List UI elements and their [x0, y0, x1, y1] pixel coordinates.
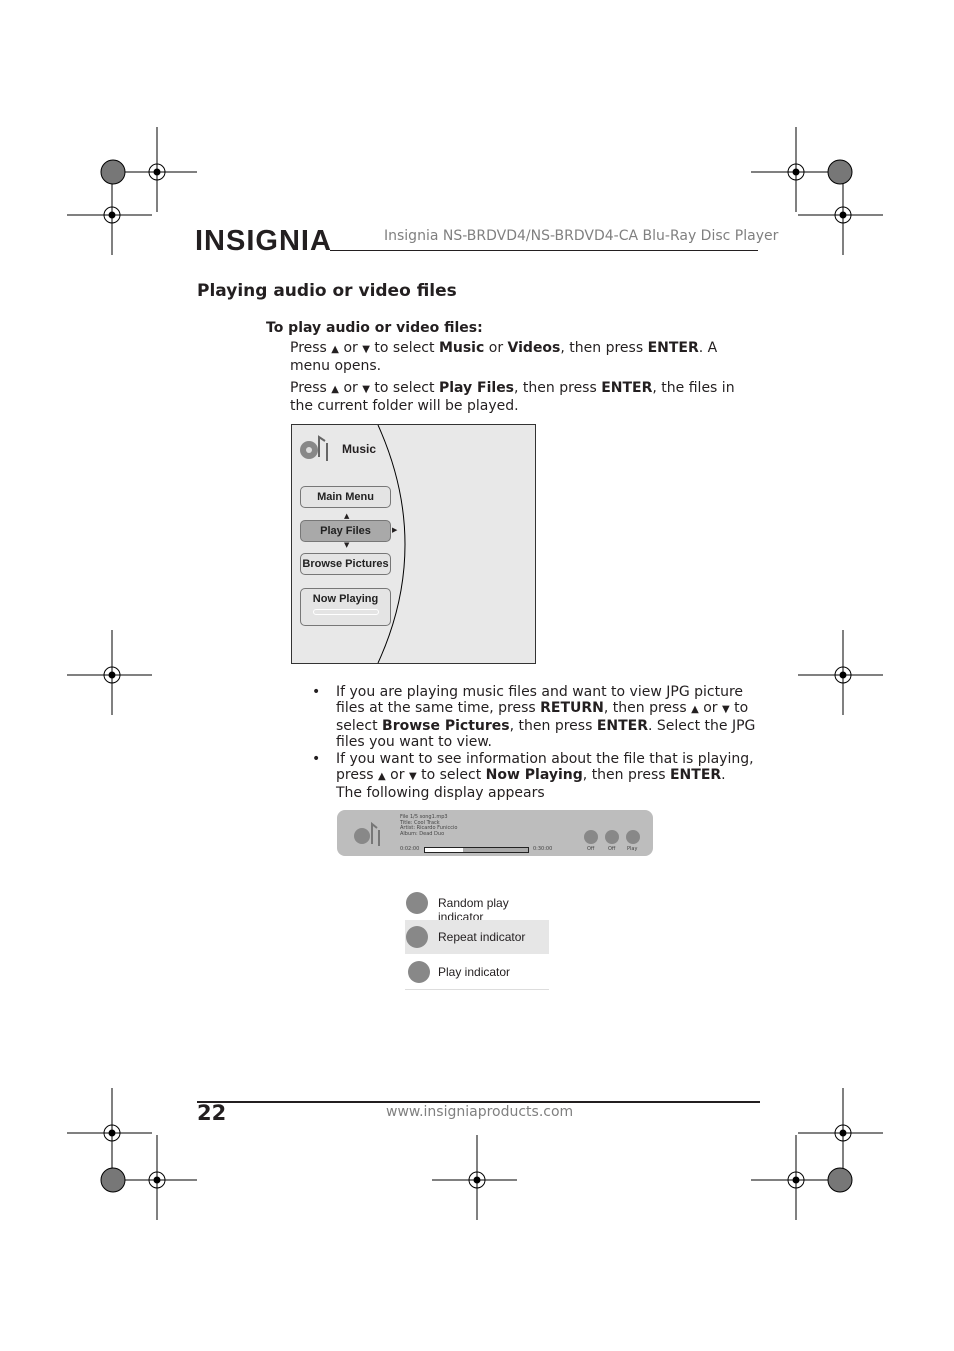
- text-run: , then press: [560, 340, 648, 356]
- text-run: , then press: [509, 718, 597, 734]
- down-arrow-icon: ▼: [344, 541, 350, 549]
- text-run: , then press: [514, 380, 602, 396]
- legend-repeat: Repeat indicator: [405, 920, 549, 954]
- random-icon: [406, 892, 428, 914]
- text-run: Music: [438, 340, 485, 356]
- menu-item-main-menu[interactable]: Main Menu: [300, 486, 391, 508]
- text-run: to select: [369, 380, 439, 396]
- progress-fill: [425, 848, 464, 852]
- up-arrow-icon: ▲: [344, 512, 350, 520]
- text-run: ENTER: [596, 718, 649, 734]
- manual-page: INSIGNIA Insignia NS-BRDVD4/NS-BRDVD4-CA…: [0, 0, 954, 1351]
- repeat-status: Off: [608, 846, 616, 852]
- text-run: ▲: [331, 344, 339, 355]
- elapsed-time: 0:02:00: [400, 846, 420, 852]
- now-playing-bar: [312, 609, 379, 615]
- text-run: Play Files: [438, 380, 515, 396]
- text-run: ▼: [408, 771, 417, 782]
- star-target-mark: [100, 1167, 126, 1193]
- section-title: Playing audio or video files: [197, 281, 457, 301]
- footer-url: www.insigniaproducts.com: [386, 1104, 574, 1120]
- play-status: Play: [627, 846, 638, 852]
- text-run: ▲: [378, 771, 386, 782]
- text-run: Press: [290, 340, 332, 356]
- text-run: or: [698, 700, 722, 716]
- now-playing-label: Now Playing: [312, 593, 379, 605]
- album-info: Album: Dead Duo: [400, 830, 445, 837]
- text-run: ▼: [362, 344, 370, 355]
- now-playing-display: File 1/5 song1.mp3 Title: Cool Track Art…: [337, 810, 653, 856]
- step-1: Press ▲ or ▼ to select Music or Videos, …: [290, 340, 750, 374]
- footer-rule: [197, 1101, 760, 1103]
- text-run: Press: [290, 380, 332, 396]
- repeat-icon: [605, 830, 619, 844]
- random-icon: [584, 830, 598, 844]
- text-run: ▼: [362, 384, 370, 395]
- legend-label: Play indicator: [438, 965, 511, 979]
- registration-marks: [67, 127, 883, 1220]
- bullet-2: If you want to see information about the…: [336, 751, 756, 801]
- menu-heading: Music: [342, 442, 377, 456]
- legend-play: Play indicator: [405, 955, 549, 990]
- text-run: , then press: [582, 767, 670, 783]
- text-run: ENTER: [601, 380, 653, 396]
- play-icon: [408, 961, 430, 983]
- menu-item-play-files[interactable]: Play Files: [300, 520, 391, 542]
- header-title: Insignia NS-BRDVD4/NS-BRDVD4-CA Blu-Ray …: [384, 228, 779, 244]
- crosshair-mark: [432, 1135, 517, 1220]
- random-status: Off: [587, 846, 595, 852]
- text-run: ENTER: [669, 767, 722, 783]
- procedure-title: To play audio or video files:: [266, 320, 483, 336]
- progress-bar: [424, 847, 529, 853]
- text-run: to select: [416, 767, 486, 783]
- star-target-mark: [827, 1167, 853, 1193]
- text-run: to select: [369, 340, 439, 356]
- text-run: RETURN: [540, 700, 604, 716]
- music-icon: [354, 821, 380, 846]
- text-run: or: [339, 340, 363, 356]
- bullet-icon: •: [312, 751, 321, 767]
- crosshair-mark: [751, 1135, 836, 1220]
- crosshair-mark: [798, 630, 883, 715]
- bullet-icon: •: [312, 684, 321, 700]
- text-run: ▲: [691, 704, 699, 715]
- legend-label: Repeat indicator: [438, 930, 526, 944]
- music-icon: [300, 435, 328, 461]
- crosshair-mark: [751, 127, 836, 212]
- text-run: Now Playing: [485, 767, 583, 783]
- insignia-logo: INSIGNIA: [195, 225, 332, 257]
- text-run: , then press: [603, 700, 692, 716]
- bullet-1: If you are playing music files and want …: [336, 684, 756, 750]
- menu-item-now-playing[interactable]: Now Playing: [300, 588, 391, 626]
- menu-item-browse-pictures[interactable]: Browse Pictures: [300, 553, 391, 575]
- text-run: ENTER: [647, 340, 699, 356]
- total-time: 0:30:00: [533, 846, 553, 852]
- text-run: ▲: [331, 384, 339, 395]
- text-run: or: [385, 767, 409, 783]
- play-icon: [626, 830, 640, 844]
- text-run: Browse Pictures: [382, 718, 510, 734]
- star-target-mark: [100, 159, 126, 185]
- menu-screenshot: Music Main Menu ▲ Play Files ▶ ▼ Browse …: [291, 424, 536, 664]
- header-rule: [330, 250, 758, 251]
- step-2: Press ▲ or ▼ to select Play Files, then …: [290, 380, 750, 414]
- repeat-icon: [406, 926, 428, 948]
- crosshair-mark: [67, 630, 152, 715]
- text-run: or: [484, 340, 508, 356]
- right-arrow-icon: ▶: [392, 526, 398, 534]
- text-run: Videos: [507, 340, 561, 356]
- text-run: ▼: [722, 704, 730, 715]
- page-number: 22: [197, 1101, 227, 1125]
- crosshair-mark: [67, 1088, 152, 1173]
- crosshair-mark: [798, 1088, 883, 1173]
- legend-random: Random play indicator: [405, 886, 549, 924]
- star-target-mark: [827, 159, 853, 185]
- text-run: or: [339, 380, 363, 396]
